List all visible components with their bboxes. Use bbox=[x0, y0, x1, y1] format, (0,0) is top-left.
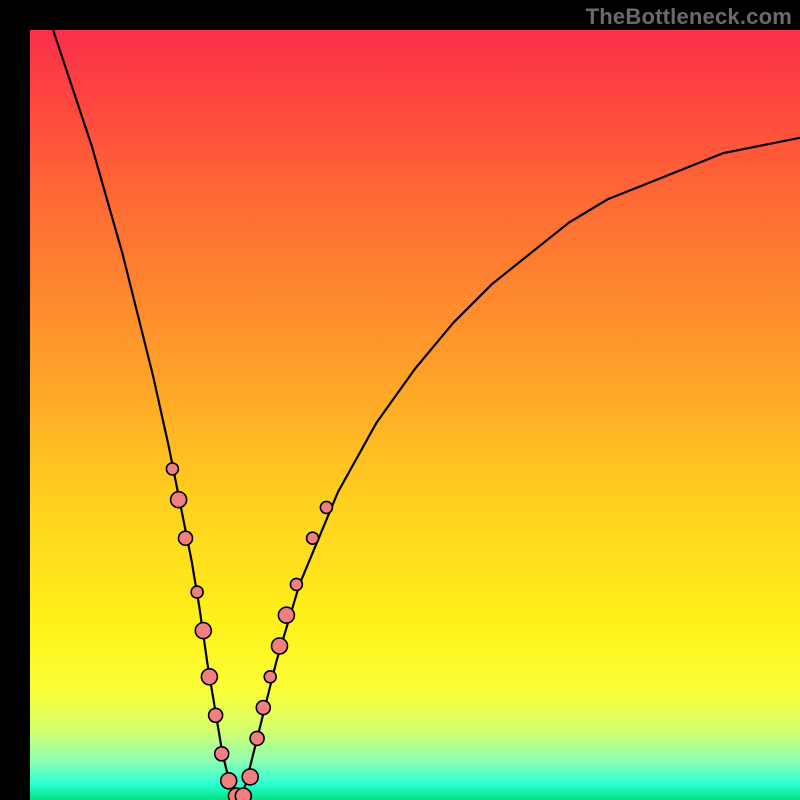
data-point bbox=[290, 578, 302, 590]
data-point bbox=[209, 708, 223, 722]
data-point bbox=[235, 788, 251, 800]
data-markers bbox=[166, 463, 332, 800]
data-point bbox=[320, 501, 332, 513]
chart-frame: TheBottleneck.com bbox=[0, 0, 800, 800]
data-point bbox=[166, 463, 178, 475]
bottleneck-curve bbox=[53, 30, 800, 800]
data-point bbox=[278, 607, 294, 623]
data-point bbox=[191, 586, 203, 598]
data-point bbox=[272, 638, 288, 654]
data-point bbox=[250, 731, 264, 745]
data-point bbox=[264, 671, 276, 683]
watermark-text: TheBottleneck.com bbox=[586, 4, 792, 30]
data-point bbox=[195, 623, 211, 639]
data-point bbox=[221, 773, 237, 789]
data-point bbox=[307, 532, 319, 544]
data-point bbox=[215, 747, 229, 761]
curve-svg bbox=[30, 30, 800, 800]
data-point bbox=[256, 701, 270, 715]
plot-area bbox=[30, 30, 800, 800]
data-point bbox=[242, 769, 258, 785]
data-point bbox=[201, 669, 217, 685]
data-point bbox=[179, 531, 193, 545]
data-point bbox=[171, 492, 187, 508]
